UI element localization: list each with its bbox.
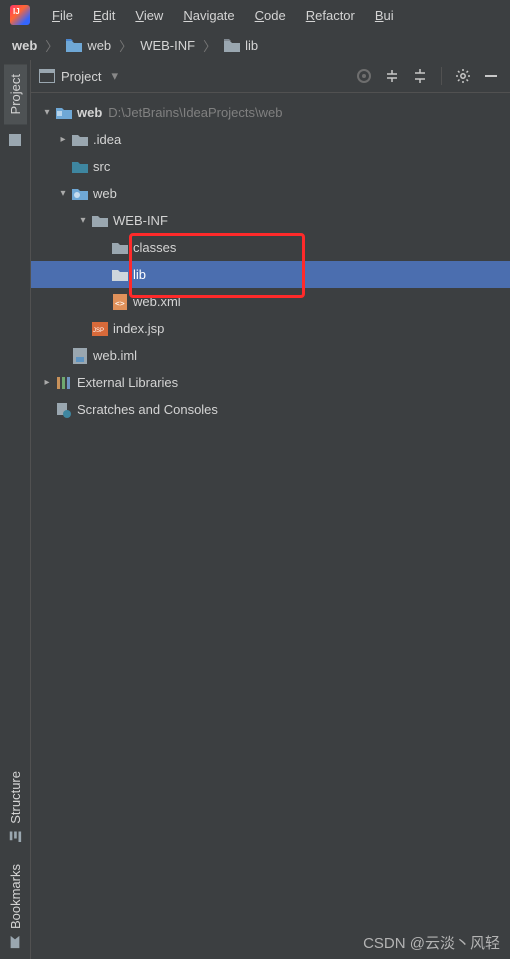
breadcrumb-webinf[interactable]: WEB-INF	[134, 36, 201, 55]
collapse-all-button[interactable]	[409, 65, 431, 87]
folder-icon	[71, 133, 89, 146]
structure-icon	[8, 830, 22, 844]
menu-edit[interactable]: Edit	[83, 5, 125, 26]
iml-file-icon	[71, 348, 89, 364]
collapse-arrow-icon[interactable]: ▾	[75, 215, 91, 226]
project-icon	[39, 69, 55, 83]
tree-label: web.xml	[133, 294, 181, 309]
sidebar-tab-project[interactable]: Project	[4, 64, 27, 124]
tree-item-web-folder[interactable]: ▾ web	[31, 180, 510, 207]
tree-label: Scratches and Consoles	[77, 402, 218, 417]
web-folder-icon	[71, 187, 89, 200]
expand-all-button[interactable]	[381, 65, 403, 87]
expand-arrow-icon[interactable]: ▸	[39, 377, 55, 388]
folder-icon	[224, 39, 240, 52]
app-logo-icon	[10, 5, 30, 25]
tree-item-indexjsp[interactable]: ▸ JSP index.jsp	[31, 315, 510, 342]
tree-label: web	[77, 105, 102, 120]
main-menubar: File Edit View Navigate Code Refactor Bu…	[0, 0, 510, 30]
scratches-icon	[55, 402, 73, 418]
menu-refactor[interactable]: Refactor	[296, 5, 365, 26]
menu-view[interactable]: View	[125, 5, 173, 26]
tree-item-src[interactable]: ▸ src	[31, 153, 510, 180]
separator	[441, 67, 442, 85]
module-icon	[55, 106, 73, 119]
tree-path: D:\JetBrains\IdeaProjects\web	[108, 105, 282, 120]
tree-label: index.jsp	[113, 321, 164, 336]
sidebar-commit-icon[interactable]	[5, 130, 25, 150]
breadcrumb-root[interactable]: web	[6, 36, 43, 55]
collapse-arrow-icon[interactable]: ▾	[55, 188, 71, 199]
menu-build-truncated[interactable]: Bui	[365, 5, 404, 26]
tree-item-external-libraries[interactable]: ▸ External Libraries	[31, 369, 510, 396]
svg-text:<>: <>	[115, 299, 125, 308]
tree-label: classes	[133, 240, 176, 255]
jsp-file-icon: JSP	[91, 322, 109, 336]
source-folder-icon	[71, 160, 89, 173]
chevron-right-icon: 〉	[119, 36, 132, 55]
tree-label: web.iml	[93, 348, 137, 363]
project-tree[interactable]: ▾ web D:\JetBrains\IdeaProjects\web ▸ .i…	[31, 93, 510, 959]
folder-icon	[111, 241, 129, 254]
project-view-selector[interactable]: Project ▾	[39, 68, 118, 84]
tree-root-web[interactable]: ▾ web D:\JetBrains\IdeaProjects\web	[31, 99, 510, 126]
watermark-text: CSDN @云淡丶风轻	[363, 932, 500, 953]
menu-code[interactable]: Code	[245, 5, 296, 26]
folder-icon	[91, 214, 109, 227]
folder-icon	[66, 39, 82, 52]
settings-button[interactable]	[452, 65, 474, 87]
tree-item-lib[interactable]: ▸ lib	[31, 261, 510, 288]
sidebar-tab-bookmarks[interactable]: Bookmarks	[4, 854, 27, 959]
tree-label: src	[93, 159, 110, 174]
select-opened-file-button[interactable]	[353, 65, 375, 87]
tree-item-idea[interactable]: ▸ .idea	[31, 126, 510, 153]
tool-window-sidebar: Project Structure Bookmarks	[0, 60, 31, 959]
tree-item-webxml[interactable]: ▸ <> web.xml	[31, 288, 510, 315]
collapse-arrow-icon[interactable]: ▾	[39, 107, 55, 118]
tree-item-scratches[interactable]: ▸ Scratches and Consoles	[31, 396, 510, 423]
tree-label: web	[93, 186, 117, 201]
project-panel-header: Project ▾	[31, 60, 510, 93]
menu-file[interactable]: File	[42, 5, 83, 26]
hide-panel-button[interactable]	[480, 65, 502, 87]
chevron-down-icon: ▾	[111, 68, 118, 84]
chevron-right-icon: 〉	[45, 36, 58, 55]
tree-label: WEB-INF	[113, 213, 168, 228]
breadcrumb-lib[interactable]: lib	[218, 36, 264, 55]
xml-file-icon: <>	[111, 294, 129, 310]
navigation-breadcrumb: web 〉 web 〉 WEB-INF 〉 lib	[0, 30, 510, 61]
breadcrumb-web[interactable]: web	[60, 36, 117, 55]
tree-label: lib	[133, 267, 146, 282]
gear-icon	[455, 68, 471, 84]
menu-navigate[interactable]: Navigate	[173, 5, 244, 26]
libraries-icon	[55, 376, 73, 390]
svg-text:JSP: JSP	[93, 328, 104, 334]
tree-item-classes[interactable]: ▸ classes	[31, 234, 510, 261]
sidebar-tab-structure[interactable]: Structure	[4, 761, 27, 854]
expand-arrow-icon[interactable]: ▸	[55, 134, 71, 145]
folder-icon	[111, 268, 129, 281]
chevron-right-icon: 〉	[203, 36, 216, 55]
tree-label: .idea	[93, 132, 121, 147]
tree-label: External Libraries	[77, 375, 178, 390]
bookmark-icon	[8, 935, 22, 949]
tree-item-webiml[interactable]: ▸ web.iml	[31, 342, 510, 369]
project-tool-window: Project ▾ ▾	[31, 60, 510, 959]
tree-item-webinf[interactable]: ▾ WEB-INF	[31, 207, 510, 234]
